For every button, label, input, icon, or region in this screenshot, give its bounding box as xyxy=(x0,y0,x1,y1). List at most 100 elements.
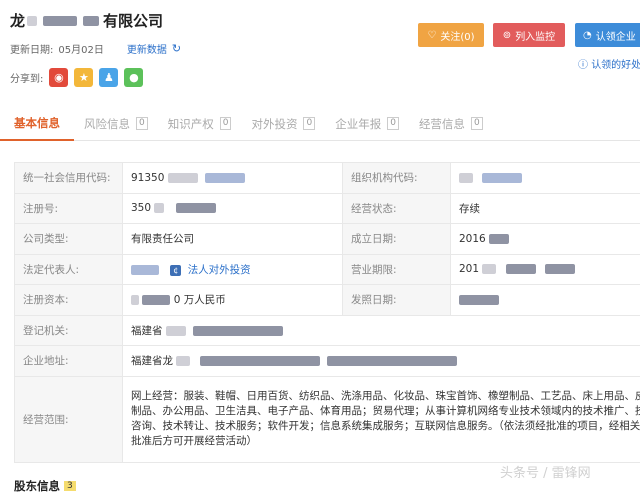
redacted-block xyxy=(175,203,216,214)
claim-button[interactable]: ◔ 认领企业 xyxy=(575,23,640,47)
credit-code-value: 91350 xyxy=(122,162,343,194)
scope-label: 经营范围: xyxy=(14,375,123,463)
term-text: 201 xyxy=(459,263,480,276)
authority-text: 福建省 xyxy=(131,324,163,337)
tab-count: 0 xyxy=(303,117,316,130)
shareholders-count: 3 xyxy=(64,481,76,491)
company-name-prefix: 龙 xyxy=(10,12,26,30)
org-code-value xyxy=(450,162,640,194)
tab-investment[interactable]: 对外投资 0 xyxy=(241,106,325,141)
term-label: 营业期限: xyxy=(342,253,451,285)
redacted-block xyxy=(165,325,186,336)
monitor-button[interactable]: ⊚ 列入监控 xyxy=(493,23,565,47)
reg-no-text: 350 xyxy=(131,202,152,215)
investment-icon: ¢ xyxy=(170,264,182,276)
update-data-link[interactable]: 更新数据 xyxy=(127,41,167,56)
redacted-block xyxy=(545,264,576,275)
redacted-block xyxy=(193,325,284,336)
credit-code-text: 91350 xyxy=(131,171,165,184)
reg-no-label: 注册号: xyxy=(14,192,123,224)
weibo-icon[interactable]: ◉ xyxy=(49,68,69,87)
scope-text: 网上经营：服装、鞋帽、日用百货、纺织品、洗涤用品、化妆品、珠宝首饰、橡塑制品、工… xyxy=(131,390,640,447)
redacted-block xyxy=(154,203,165,214)
redacted-block xyxy=(176,356,191,367)
redacted-block xyxy=(27,15,38,26)
question-icon: ⓘ xyxy=(578,60,588,71)
redacted-block xyxy=(142,295,171,306)
capital-text: 0 万人民币 xyxy=(173,294,226,307)
tab-ip[interactable]: 知识产权 0 xyxy=(158,106,242,141)
redacted-block xyxy=(459,172,473,183)
term-value: 201 xyxy=(450,253,640,285)
update-date: 05月02日 xyxy=(58,45,104,56)
tab-count: 0 xyxy=(387,117,399,130)
wechat-icon[interactable]: ● xyxy=(124,68,144,87)
tab-count: 0 xyxy=(470,117,483,130)
share-label: 分享到: xyxy=(10,74,44,85)
legal-investment-link[interactable]: 法人对外投资 xyxy=(188,264,251,276)
redacted-block xyxy=(167,172,198,183)
qzone-icon[interactable]: ★ xyxy=(74,68,94,87)
founded-value: 2016 xyxy=(450,223,640,255)
redacted-block xyxy=(83,15,100,26)
claim-label: 认领企业 xyxy=(595,31,636,43)
share-bar: 分享到: ◉ ★ ♟ ● xyxy=(10,68,144,87)
company-type-label: 公司类型: xyxy=(14,223,123,255)
tab-bar: 基本信息 风险信息 0 知识产权 0 对外投资 0 企业年报 0 经营信息 0 xyxy=(0,106,493,141)
tab-label: 经营信息 xyxy=(418,116,465,131)
authority-label: 登记机关: xyxy=(14,314,123,346)
update-info: 更新日期: 05月02日 更新数据 ↻ xyxy=(10,41,181,56)
scope-value: 网上经营：服装、鞋帽、日用百货、纺织品、洗涤用品、化妆品、珠宝首饰、橡塑制品、工… xyxy=(122,375,640,463)
monitor-label: 列入监控 xyxy=(515,31,556,43)
redacted-block xyxy=(43,15,78,26)
update-label: 更新日期: xyxy=(10,45,54,56)
follow-button[interactable]: ♡ 关注(0) xyxy=(418,23,484,47)
table-row: 注册资本: 0 万人民币 发照日期: xyxy=(14,284,640,316)
address-text: 福建省龙 xyxy=(131,355,173,368)
follow-label: 关注(0) xyxy=(440,31,475,43)
table-row: 企业地址: 福建省龙 xyxy=(14,345,640,377)
tab-operation-info[interactable]: 经营信息 0 xyxy=(409,106,493,141)
refresh-icon[interactable]: ↻ xyxy=(172,42,181,55)
redacted-block xyxy=(131,264,159,275)
tab-basic-info[interactable]: 基本信息 xyxy=(0,106,74,141)
legal-rep-label: 法定代表人: xyxy=(14,253,123,285)
table-row: 法定代表人: ¢ 法人对外投资 营业期限: 201 xyxy=(14,253,640,285)
founded-label: 成立日期: xyxy=(342,223,451,255)
basic-info-table: 统一社会信用代码: 91350 组织机构代码: 注册号: 350 经营状态: 存… xyxy=(14,162,640,463)
heart-icon: ♡ xyxy=(427,29,437,41)
redacted-block xyxy=(131,295,139,306)
tab-label: 企业年报 xyxy=(335,116,382,131)
redacted-block xyxy=(199,356,320,367)
redacted-block xyxy=(505,264,536,275)
qq-icon[interactable]: ♟ xyxy=(99,68,119,87)
claim-icon: ◔ xyxy=(583,29,592,41)
credit-code-label: 统一社会信用代码: xyxy=(14,162,123,194)
redacted-block xyxy=(205,172,246,183)
table-row: 经营范围: 网上经营：服装、鞋帽、日用百货、纺织品、洗涤用品、化妆品、珠宝首饰、… xyxy=(14,375,640,463)
table-row: 登记机关: 福建省 xyxy=(14,314,640,346)
shareholders-heading: 股东信息 3 xyxy=(14,478,76,493)
reg-no-value: 350 xyxy=(122,192,343,224)
capital-label: 注册资本: xyxy=(14,284,123,316)
table-row: 注册号: 350 经营状态: 存续 xyxy=(14,192,640,224)
company-type-value: 有限责任公司 xyxy=(122,223,343,255)
status-label: 经营状态: xyxy=(342,192,451,224)
tab-count: 0 xyxy=(136,117,148,130)
company-name-suffix: 有限公司 xyxy=(103,12,164,30)
company-name: 龙 有限公司 xyxy=(10,10,163,31)
watermark: 头条号 / 雷锋网 xyxy=(500,466,591,481)
tab-risk-info[interactable]: 风险信息 0 xyxy=(74,106,158,141)
address-label: 企业地址: xyxy=(14,345,123,377)
tab-label: 风险信息 xyxy=(84,116,130,131)
legal-rep-value: ¢ 法人对外投资 xyxy=(122,253,343,285)
redacted-block xyxy=(489,233,510,244)
tab-label: 对外投资 xyxy=(251,116,298,131)
tab-annual-report[interactable]: 企业年报 0 xyxy=(325,106,409,141)
claim-benefits-link[interactable]: ⓘ 认领的好处 xyxy=(578,56,640,71)
authority-value: 福建省 xyxy=(122,314,640,346)
claim-benefits-label: 认领的好处 xyxy=(591,60,640,71)
table-row: 公司类型: 有限责任公司 成立日期: 2016 xyxy=(14,223,640,255)
redacted-block xyxy=(459,294,499,305)
address-value: 福建省龙 xyxy=(122,345,640,377)
